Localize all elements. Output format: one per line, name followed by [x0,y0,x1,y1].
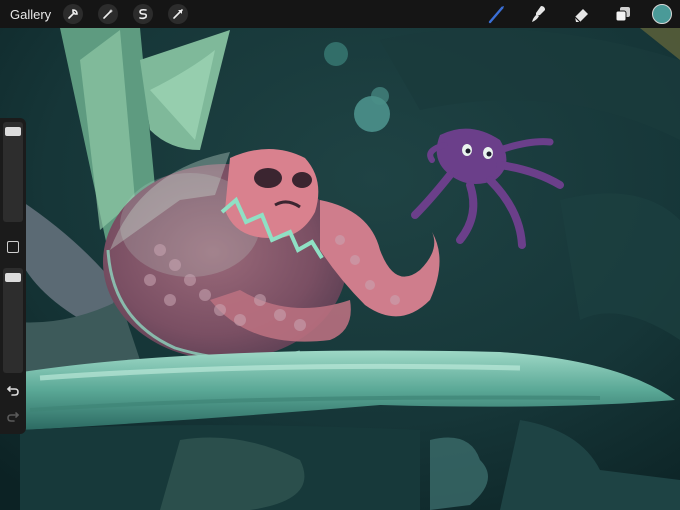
redo-icon[interactable] [5,408,21,424]
opacity-thumb[interactable] [5,273,21,282]
right-tools [466,0,672,28]
adjustments-icon[interactable] [98,4,119,24]
eraser-icon[interactable] [570,3,592,25]
top-toolbar: Gallery [0,0,680,28]
modify-square-icon[interactable] [7,241,19,253]
color-swatch[interactable] [652,4,672,24]
actions-icon[interactable] [63,4,84,24]
octopus-head [225,149,319,239]
transform-icon[interactable] [168,4,189,24]
left-sidebar [0,118,26,434]
bubble [371,87,389,105]
gallery-button[interactable]: Gallery [10,7,51,22]
brush-icon[interactable] [486,3,508,25]
bubble [324,42,348,66]
artwork-canvas[interactable] [0,0,680,510]
layers-icon[interactable] [612,3,634,25]
brush-size-thumb[interactable] [5,127,21,136]
selection-icon[interactable] [133,4,154,24]
smudge-icon[interactable] [528,3,550,25]
opacity-slider[interactable] [3,268,23,373]
brush-size-slider[interactable] [3,122,23,222]
undo-icon[interactable] [5,382,21,398]
